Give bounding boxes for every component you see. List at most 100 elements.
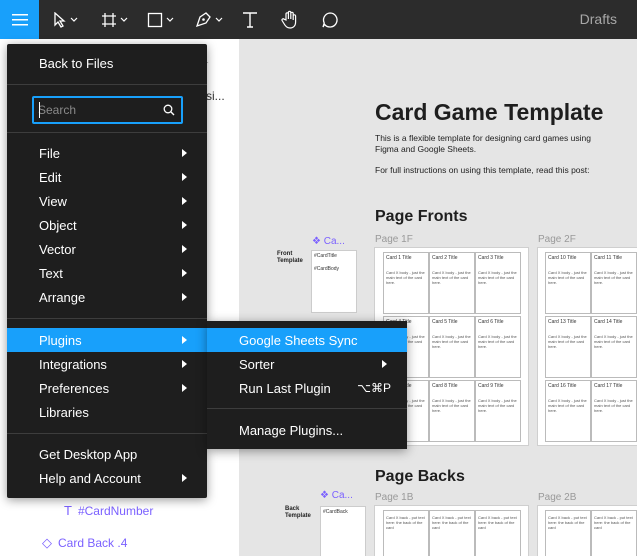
- menu-item-view[interactable]: View: [7, 189, 207, 213]
- card[interactable]: Card 16 Title Card X body - just the main…: [545, 380, 591, 442]
- layer-label: #CardNumber: [77, 503, 154, 518]
- menu-item-vector[interactable]: Vector: [7, 237, 207, 261]
- menu-item-label: Vector: [39, 241, 76, 257]
- front-template-label: Front Template: [277, 251, 303, 264]
- chevron-right-icon: [182, 197, 187, 205]
- menu-item-file[interactable]: File: [7, 141, 207, 165]
- comment-tool[interactable]: [321, 0, 339, 39]
- divider: [7, 433, 207, 434]
- fronts-heading: Page Fronts: [375, 208, 468, 225]
- submenu-item-label: Run Last Plugin: [239, 380, 331, 396]
- menu-item-label: Object: [39, 217, 77, 233]
- card[interactable]: Card 2 Title Card X body - just the main …: [429, 252, 475, 314]
- front-template-card[interactable]: #CardTitle #CardBody: [311, 250, 357, 313]
- card-back[interactable]: Card X back - put text here: the back of…: [383, 510, 429, 556]
- card[interactable]: Card 8 Title Card X body - just the main …: [429, 380, 475, 442]
- menu-item-plugins[interactable]: Plugins: [7, 328, 207, 352]
- menu-item-label: Libraries: [39, 404, 89, 420]
- card[interactable]: Card 13 Title Card X body - just the main…: [545, 316, 591, 378]
- submenu-item-google-sheets-sync[interactable]: Google Sheets Sync: [207, 328, 407, 352]
- frame-tool[interactable]: [101, 0, 128, 39]
- chevron-down-icon: [120, 17, 128, 22]
- card[interactable]: Card 10 Title Card X body - just the main…: [545, 252, 591, 314]
- move-icon: [54, 11, 66, 28]
- search-icon: [163, 104, 175, 116]
- chevron-down-icon: [70, 17, 78, 22]
- instance-icon: ◇: [42, 535, 52, 550]
- search-input[interactable]: [38, 101, 158, 119]
- card-back[interactable]: Card X back - put text here: the back of…: [475, 510, 521, 556]
- canvas[interactable]: Card Game Template This is a flexible te…: [240, 39, 637, 556]
- card[interactable]: Card 3 Title Card X body - just the main …: [475, 252, 521, 314]
- layer-label: Card Back .4: [58, 536, 128, 550]
- rectangle-icon: [147, 12, 163, 27]
- pen-tool[interactable]: [195, 0, 223, 39]
- chevron-down-icon: [215, 17, 223, 22]
- chevron-right-icon: [182, 149, 187, 157]
- layer-item[interactable]: T #CardNumber: [64, 503, 153, 518]
- menu-item-object[interactable]: Object: [7, 213, 207, 237]
- component-label[interactable]: ❖ Ca...: [320, 490, 353, 501]
- main-menu-button[interactable]: [0, 0, 39, 39]
- submenu-item-sorter[interactable]: Sorter: [207, 352, 407, 376]
- menu-item-help-and-account[interactable]: Help and Account: [7, 466, 207, 490]
- card-back[interactable]: Card X back - put text here: the back of…: [545, 510, 591, 556]
- divider: [7, 84, 207, 85]
- search-field[interactable]: [32, 96, 183, 124]
- card[interactable]: Card 14 Title Card X body - just the main…: [591, 316, 637, 378]
- menu-item-edit[interactable]: Edit: [7, 165, 207, 189]
- chevron-right-icon: [182, 293, 187, 301]
- page-label: Page 2B: [538, 492, 577, 503]
- frame-icon: [102, 12, 116, 27]
- layer-item[interactable]: ◇ Card Back .4: [42, 535, 127, 551]
- menu-item-preferences[interactable]: Preferences: [7, 376, 207, 400]
- component-label[interactable]: ❖ Ca...: [312, 236, 345, 247]
- text-layer-icon: T: [64, 503, 72, 518]
- submenu-item-label: Sorter: [239, 356, 275, 372]
- file-location[interactable]: Drafts: [580, 11, 617, 27]
- card[interactable]: Card 17 Title Card X body - just the main…: [591, 380, 637, 442]
- text-cursor: [39, 102, 40, 118]
- page-title: Card Game Template: [375, 99, 604, 125]
- menu-item-label: View: [39, 193, 67, 209]
- card-back[interactable]: Card X back - put text here: the back of…: [429, 510, 475, 556]
- text-icon: [243, 12, 257, 28]
- page-label: Page 2F: [538, 234, 576, 245]
- card[interactable]: Card 5 Title Card X body - just the main …: [429, 316, 475, 378]
- intro-text: This is a flexible template for designin…: [375, 133, 591, 154]
- menu-item-label: Help and Account: [39, 470, 141, 486]
- chevron-right-icon: [382, 360, 387, 368]
- card[interactable]: Card 1 Title Card X body - just the main …: [383, 252, 429, 314]
- card[interactable]: Card 9 Title Card X body - just the main …: [475, 380, 521, 442]
- shape-tool[interactable]: [147, 0, 174, 39]
- chevron-right-icon: [182, 474, 187, 482]
- submenu-item-run-last-plugin[interactable]: Run Last Plugin ⌥⌘P: [207, 376, 407, 400]
- chevron-right-icon: [182, 269, 187, 277]
- menu-item-label: Text: [39, 265, 63, 281]
- menu-item-back-to-files[interactable]: Back to Files: [7, 51, 207, 75]
- card[interactable]: Card 6 Title Card X body - just the main …: [475, 316, 521, 378]
- text-tool[interactable]: [242, 0, 258, 39]
- chevron-right-icon: [182, 360, 187, 368]
- menu-item-libraries[interactable]: Libraries: [7, 400, 207, 424]
- page-2b-sheet[interactable]: Card X back - put text here: the back of…: [537, 505, 637, 556]
- chevron-right-icon: [182, 336, 187, 344]
- divider: [7, 132, 207, 133]
- back-template-label: Back Template: [285, 506, 311, 519]
- card-back[interactable]: Card X back - put text here: the back of…: [591, 510, 637, 556]
- menu-item-get-desktop-app[interactable]: Get Desktop App: [7, 442, 207, 466]
- main-menu: Back to Files File Edit View Object Vect…: [7, 44, 207, 498]
- menu-item-text[interactable]: Text: [7, 261, 207, 285]
- menu-item-label: File: [39, 145, 60, 161]
- menu-item-integrations[interactable]: Integrations: [7, 352, 207, 376]
- back-template-card[interactable]: #CardBack: [320, 506, 366, 556]
- hand-tool[interactable]: [281, 0, 299, 39]
- page-1b-sheet[interactable]: Card X back - put text here: the back of…: [374, 505, 529, 556]
- menu-item-arrange[interactable]: Arrange: [7, 285, 207, 309]
- submenu-item-label: Manage Plugins...: [239, 422, 344, 438]
- page-2f-sheet[interactable]: Card 10 Title Card X body - just the main…: [537, 247, 637, 446]
- card[interactable]: Card 11 Title Card X body - just the main…: [591, 252, 637, 314]
- instructions-text: For full instructions on using this temp…: [375, 165, 590, 175]
- submenu-item-manage-plugins[interactable]: Manage Plugins...: [207, 418, 407, 442]
- move-tool[interactable]: [53, 0, 78, 39]
